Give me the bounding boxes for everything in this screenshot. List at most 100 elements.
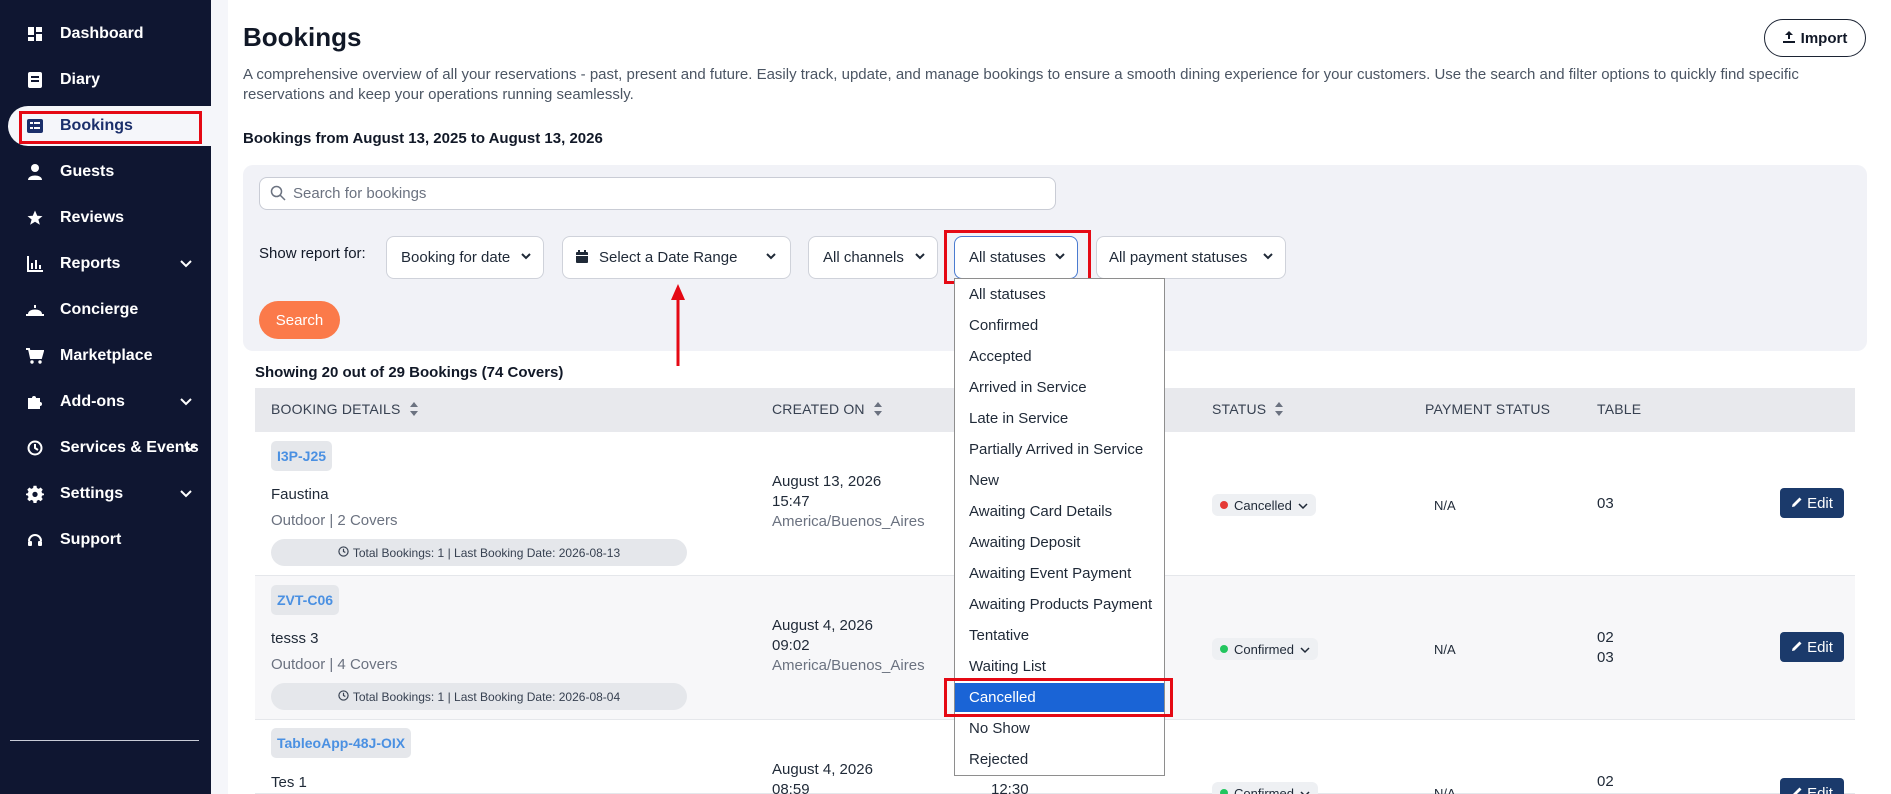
status-option[interactable]: Awaiting Card Details <box>955 498 1164 524</box>
guest-name: Tes 1 <box>271 774 307 791</box>
status-option[interactable]: Tentative <box>955 622 1164 648</box>
sidebar-item-concierge[interactable]: Concierge <box>0 290 211 330</box>
created-timezone: America/Buenos_Aires <box>772 513 925 530</box>
concierge-bell-icon <box>26 301 44 319</box>
search-button[interactable]: Search <box>259 301 340 339</box>
sidebar-item-diary[interactable]: Diary <box>0 60 211 100</box>
sidebar-item-marketplace[interactable]: Marketplace <box>0 336 211 376</box>
edit-button[interactable]: Edit <box>1780 778 1844 794</box>
show-report-label: Show report for: <box>259 245 366 262</box>
booking-code[interactable]: TableoApp-48J-OIX <box>271 728 412 758</box>
status-badge[interactable]: Confirmed <box>1212 638 1318 660</box>
created-time: 08:59 <box>772 781 810 794</box>
sidebar-item-label: Support <box>60 531 122 548</box>
diary-icon <box>26 71 44 89</box>
sidebar-item-label: Dashboard <box>60 25 144 42</box>
column-label: STATUS <box>1212 401 1267 417</box>
chevron-down-icon <box>1298 498 1308 513</box>
headset-icon <box>26 531 44 549</box>
sidebar-item-services-events[interactable]: Services & Events <box>0 428 211 468</box>
import-label: Import <box>1800 29 1848 47</box>
column-created-on[interactable]: CREATED ON <box>772 401 883 417</box>
sidebar-item-label: Diary <box>60 71 101 88</box>
cart-icon <box>26 347 44 365</box>
history-icon <box>338 689 349 704</box>
edit-label: Edit <box>1807 784 1833 794</box>
column-label: PAYMENT STATUS <box>1425 401 1551 417</box>
status-option[interactable]: Late in Service <box>955 405 1164 431</box>
status-dot <box>1220 645 1228 653</box>
column-label: TABLE <box>1597 401 1642 417</box>
chevron-down-icon <box>913 249 927 263</box>
status-option[interactable]: Partially Arrived in Service <box>955 436 1164 462</box>
status-option[interactable]: Waiting List <box>955 653 1164 679</box>
sidebar-item-reviews[interactable]: Reviews <box>0 198 211 238</box>
created-on: August 13, 2026 15:47 America/Buenos_Air… <box>772 472 925 532</box>
pencil-icon <box>1791 495 1803 512</box>
bookings-summary: Showing 20 out of 29 Bookings (74 Covers… <box>255 364 564 381</box>
booking-code[interactable]: ZVT-C06 <box>271 585 340 615</box>
sidebar-item-settings[interactable]: Settings <box>0 474 211 514</box>
chevron-down-icon <box>764 249 778 263</box>
status-badge[interactable]: Cancelled <box>1212 494 1316 516</box>
chevron-down-icon <box>1300 642 1310 657</box>
sidebar-item-reports[interactable]: Reports <box>0 244 211 284</box>
chevron-down-icon <box>180 395 192 409</box>
date-range-text: Bookings from August 13, 2025 to August … <box>243 130 603 147</box>
status-text: Cancelled <box>1234 497 1292 513</box>
payment-status: N/A <box>1434 786 1456 794</box>
sidebar-item-label: Settings <box>60 485 124 502</box>
chevron-down-icon <box>180 257 192 271</box>
sidebar-item-label: Add-ons <box>60 393 125 410</box>
status-option[interactable]: Awaiting Event Payment <box>955 560 1164 586</box>
status-option[interactable]: Confirmed <box>955 312 1164 338</box>
sidebar-item-guests[interactable]: Guests <box>0 152 211 192</box>
status-badge[interactable]: Confirmed <box>1212 782 1318 794</box>
booking-subtitle: Outdoor | 4 Covers <box>271 656 398 673</box>
channels-select[interactable]: All channels <box>808 236 938 279</box>
history-text: Total Bookings: 1 | Last Booking Date: 2… <box>352 689 621 704</box>
sidebar-item-label: Services & Events <box>60 439 199 456</box>
status-option[interactable]: Awaiting Deposit <box>955 529 1164 555</box>
calendar-icon <box>575 250 589 268</box>
date-range-select[interactable]: Select a Date Range <box>562 236 791 279</box>
page-title: Bookings <box>243 22 362 52</box>
created-date: August 13, 2026 <box>772 473 882 490</box>
status-option[interactable]: Accepted <box>955 343 1164 369</box>
edit-button[interactable]: Edit <box>1780 632 1844 662</box>
pencil-icon <box>1791 639 1803 656</box>
status-option[interactable]: New <box>955 467 1164 493</box>
guest-name: tesss 3 <box>271 630 319 647</box>
booking-history-pill: Total Bookings: 1 | Last Booking Date: 2… <box>271 683 687 710</box>
clock-icon <box>26 439 44 457</box>
sidebar-item-add-ons[interactable]: Add-ons <box>0 382 211 422</box>
sidebar-divider <box>10 740 199 741</box>
annotation-box-cancelled <box>944 678 1173 717</box>
sidebar-item-support[interactable]: Support <box>0 520 211 560</box>
column-status[interactable]: STATUS <box>1212 401 1284 417</box>
edit-label: Edit <box>1807 638 1833 656</box>
edit-button[interactable]: Edit <box>1780 488 1844 518</box>
column-table: TABLE <box>1597 401 1641 417</box>
upload-icon <box>1782 30 1795 47</box>
sort-icon <box>409 402 418 416</box>
payment-statuses-select[interactable]: All payment statuses <box>1096 236 1286 279</box>
table-number: 02 <box>1597 773 1614 790</box>
sidebar-item-label: Reviews <box>60 209 125 226</box>
table-number: 02 03 <box>1597 629 1614 666</box>
edit-label: Edit <box>1807 494 1833 512</box>
search-input[interactable]: Search for bookings <box>259 177 1056 210</box>
booking-for-value: Booking for date <box>401 249 511 266</box>
column-booking-details[interactable]: BOOKING DETAILS <box>271 401 419 417</box>
sidebar-item-dashboard[interactable]: Dashboard <box>0 14 211 54</box>
status-option[interactable]: No Show <box>955 715 1164 741</box>
import-button[interactable]: Import <box>1764 19 1866 57</box>
booking-for-select[interactable]: Booking for date <box>386 236 544 279</box>
status-option[interactable]: Rejected <box>955 746 1164 772</box>
status-option[interactable]: All statuses <box>955 281 1164 307</box>
sidebar-item-label: Reports <box>60 255 121 272</box>
status-option[interactable]: Arrived in Service <box>955 374 1164 400</box>
status-option[interactable]: Awaiting Products Payment <box>955 591 1164 617</box>
booking-code[interactable]: I3P-J25 <box>271 441 333 471</box>
sidebar-item-label: Marketplace <box>60 347 153 364</box>
